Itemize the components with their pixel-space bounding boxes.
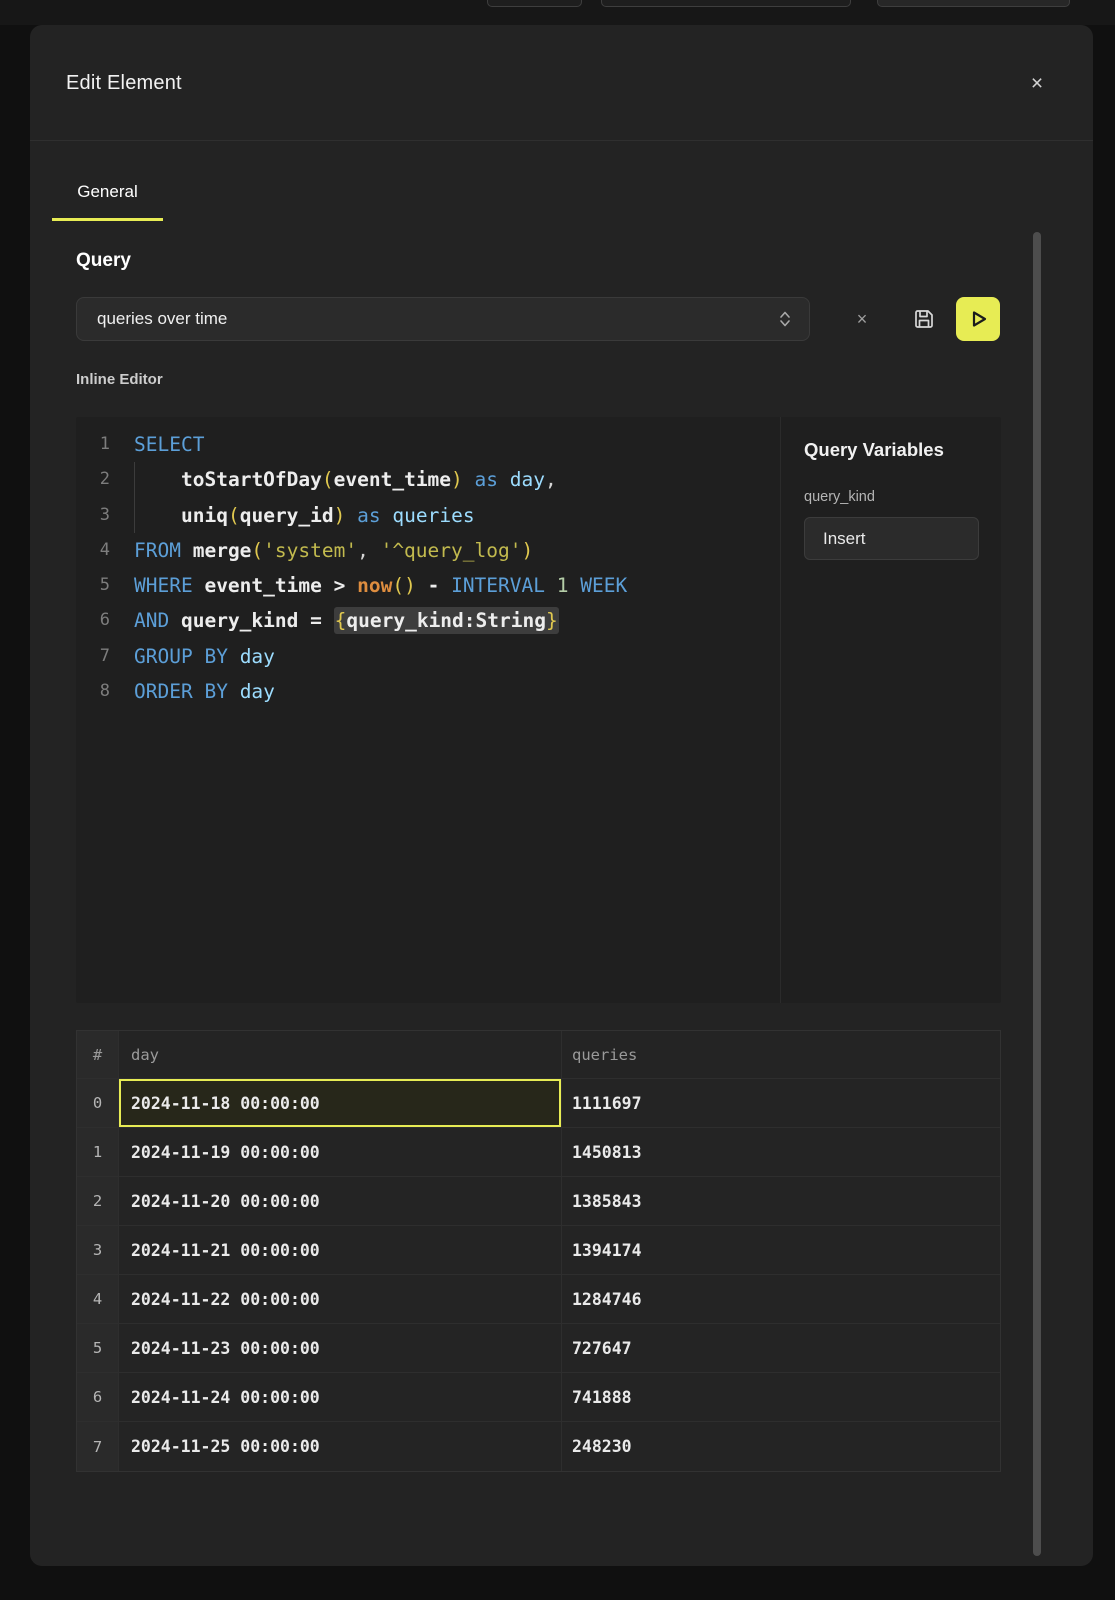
queries-cell[interactable]: 1111697 [562, 1079, 1000, 1128]
background-control [877, 0, 1070, 7]
queries-cell[interactable]: 1450813 [562, 1128, 1000, 1177]
results-table: # day queries 02024-11-18 00:00:00111169… [76, 1030, 1001, 1472]
day-cell[interactable]: 2024-11-24 00:00:00 [119, 1373, 562, 1422]
day-cell[interactable]: 2024-11-19 00:00:00 [119, 1128, 562, 1177]
query-select[interactable]: queries over time [76, 297, 810, 341]
day-cell[interactable]: 2024-11-25 00:00:00 [119, 1422, 562, 1471]
results-rows: 02024-11-18 00:00:00111169712024-11-19 0… [77, 1079, 1000, 1471]
clear-icon: × [857, 309, 868, 330]
results-header-row: # day queries [77, 1031, 1000, 1079]
query-variables-title: Query Variables [804, 439, 1001, 461]
modal-scrollbar-thumb[interactable] [1033, 232, 1041, 1556]
query-variable-token: {query_kind:String} [334, 607, 559, 634]
save-query-button[interactable] [902, 297, 946, 341]
code-line: 5 WHERE event_time > now() - INTERVAL 1 W… [76, 568, 780, 603]
queries-cell[interactable]: 248230 [562, 1422, 1000, 1471]
day-cell[interactable]: 2024-11-21 00:00:00 [119, 1226, 562, 1275]
code-line: 6 AND query_kind = {query_kind:String} [76, 603, 780, 638]
indent-guide [134, 498, 181, 533]
column-header-day: day [119, 1031, 562, 1079]
sql-editor[interactable]: 1 SELECT 2 toStartOfDay(event_time) as day,… [76, 417, 780, 1003]
table-row: 52024-11-23 00:00:00727647 [77, 1324, 1000, 1373]
edit-element-modal: Edit Element × General Query queries ove… [30, 25, 1093, 1566]
table-row: 62024-11-24 00:00:00741888 [77, 1373, 1000, 1422]
close-icon: × [1031, 72, 1043, 96]
code-text: toStartOfDay(event_time) as day, [134, 462, 557, 497]
row-index: 6 [77, 1373, 119, 1422]
play-icon [966, 307, 990, 331]
row-index: 1 [77, 1128, 119, 1177]
line-number: 6 [76, 603, 110, 638]
code-line: 1 SELECT [76, 427, 780, 462]
code-line: 2 toStartOfDay(event_time) as day, [76, 462, 780, 497]
row-index: 4 [77, 1275, 119, 1324]
queries-cell[interactable]: 1394174 [562, 1226, 1000, 1275]
background-control [487, 0, 582, 7]
queries-cell[interactable]: 727647 [562, 1324, 1000, 1373]
line-number: 8 [76, 674, 110, 709]
code-line: 8 ORDER BY day [76, 674, 780, 709]
query-variables-panel: Query Variables query_kind Insert [780, 417, 1001, 1003]
query-heading: Query [76, 250, 131, 272]
queries-cell[interactable]: 741888 [562, 1373, 1000, 1422]
table-row: 22024-11-20 00:00:001385843 [77, 1177, 1000, 1226]
select-stepper-icon [777, 309, 793, 329]
code-line: 7 GROUP BY day [76, 639, 780, 674]
row-index: 7 [77, 1422, 119, 1471]
queries-cell[interactable]: 1284746 [562, 1275, 1000, 1324]
inline-editor-label: Inline Editor [76, 371, 163, 388]
code-text: AND query_kind = {query_kind:String} [134, 603, 559, 638]
clear-query-button[interactable]: × [840, 297, 884, 341]
column-header-queries: queries [562, 1031, 1000, 1079]
insert-variable-button[interactable]: Insert [804, 517, 979, 560]
save-icon [912, 307, 936, 331]
code-text: GROUP BY day [134, 639, 275, 674]
row-index: 2 [77, 1177, 119, 1226]
close-button[interactable]: × [1019, 66, 1055, 102]
table-row: 72024-11-25 00:00:00248230 [77, 1422, 1000, 1471]
column-header-index: # [77, 1031, 119, 1079]
line-number: 1 [76, 427, 110, 462]
header-divider [30, 140, 1093, 141]
row-index: 0 [77, 1079, 119, 1128]
queries-cell[interactable]: 1385843 [562, 1177, 1000, 1226]
line-number: 4 [76, 533, 110, 568]
line-number: 7 [76, 639, 110, 674]
table-row: 02024-11-18 00:00:001111697 [77, 1079, 1000, 1128]
run-query-button[interactable] [956, 297, 1000, 341]
code-text: uniq(query_id) as queries [134, 498, 475, 533]
code-text: FROM merge('system', '^query_log') [134, 533, 533, 568]
indent-guide [134, 462, 181, 497]
table-row: 32024-11-21 00:00:001394174 [77, 1226, 1000, 1275]
query-select-value: queries over time [97, 309, 777, 329]
day-cell[interactable]: 2024-11-18 00:00:00 [119, 1079, 562, 1128]
background-topbar [0, 0, 1115, 25]
day-cell[interactable]: 2024-11-22 00:00:00 [119, 1275, 562, 1324]
code-line: 4 FROM merge('system', '^query_log') [76, 533, 780, 568]
code-text: WHERE event_time > now() - INTERVAL 1 WE… [134, 568, 627, 603]
line-number: 5 [76, 568, 110, 603]
code-text: ORDER BY day [134, 674, 275, 709]
day-cell[interactable]: 2024-11-20 00:00:00 [119, 1177, 562, 1226]
tab-general[interactable]: General [52, 182, 163, 221]
table-row: 12024-11-19 00:00:001450813 [77, 1128, 1000, 1177]
code-text: SELECT [134, 427, 204, 462]
table-row: 42024-11-22 00:00:001284746 [77, 1275, 1000, 1324]
row-index: 5 [77, 1324, 119, 1373]
variable-name: query_kind [804, 489, 1001, 505]
day-cell[interactable]: 2024-11-23 00:00:00 [119, 1324, 562, 1373]
line-number: 2 [76, 462, 110, 497]
background-control [601, 0, 851, 7]
row-index: 3 [77, 1226, 119, 1275]
inline-editor: 1 SELECT 2 toStartOfDay(event_time) as day,… [76, 417, 1001, 1003]
line-number: 3 [76, 498, 110, 533]
modal-title: Edit Element [66, 72, 182, 95]
code-line: 3 uniq(query_id) as queries [76, 498, 780, 533]
